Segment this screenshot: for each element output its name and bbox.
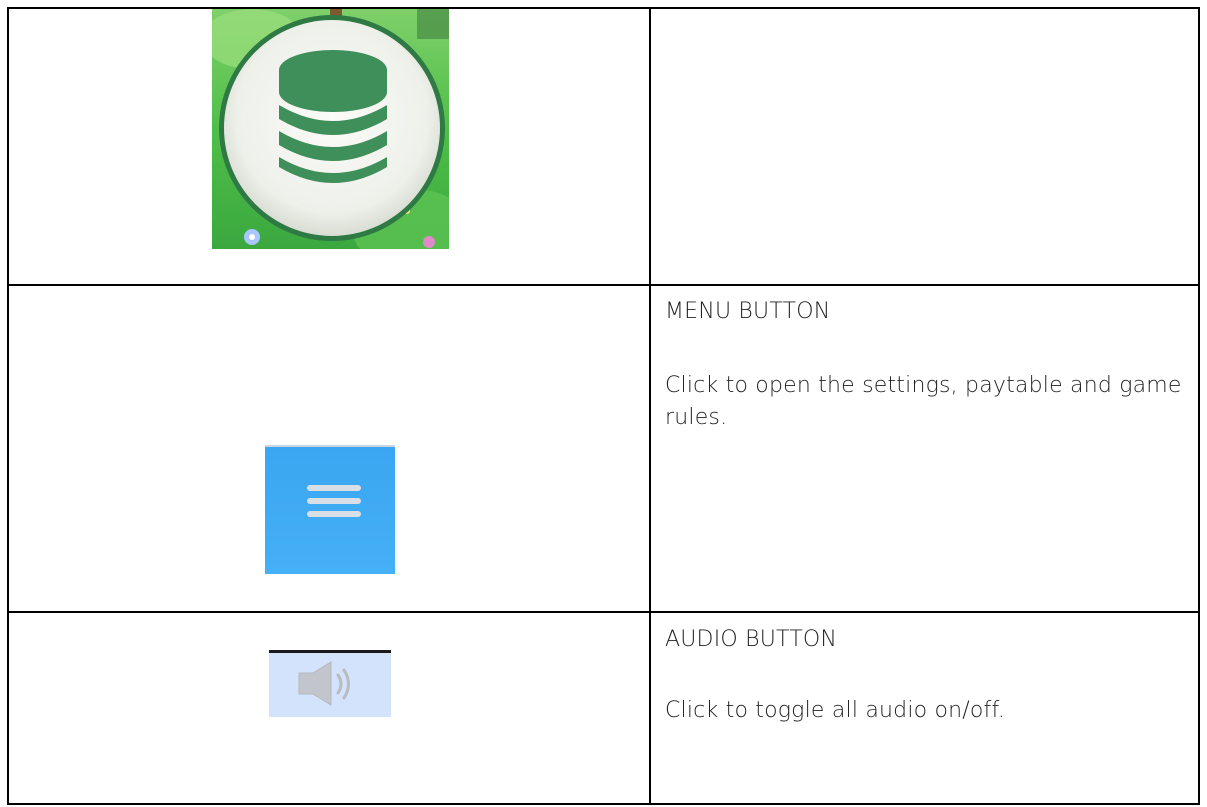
row-divider-2 [7,611,1200,613]
coin-stack-button-image [212,9,449,249]
table-border-bottom [7,803,1200,805]
menu-icon [265,445,395,574]
menu-button-image [265,445,395,574]
audio-button-image [269,650,391,717]
table-border-left [7,7,9,805]
row-divider-1 [7,284,1200,286]
menu-button-description: Click to open the settings, paytable and… [665,373,1182,430]
audio-button-description: Click to toggle all audio on/off. [665,698,1006,723]
column-divider [649,7,651,805]
speaker-icon [269,650,391,717]
help-table: MENU BUTTON Click to open the settings, … [0,0,1207,807]
menu-button-title: MENU BUTTON [665,299,831,324]
coin-stack-icon [212,9,449,249]
table-border-top [7,7,1200,9]
audio-button-title: AUDIO BUTTON [665,627,838,652]
table-border-right [1198,7,1200,805]
